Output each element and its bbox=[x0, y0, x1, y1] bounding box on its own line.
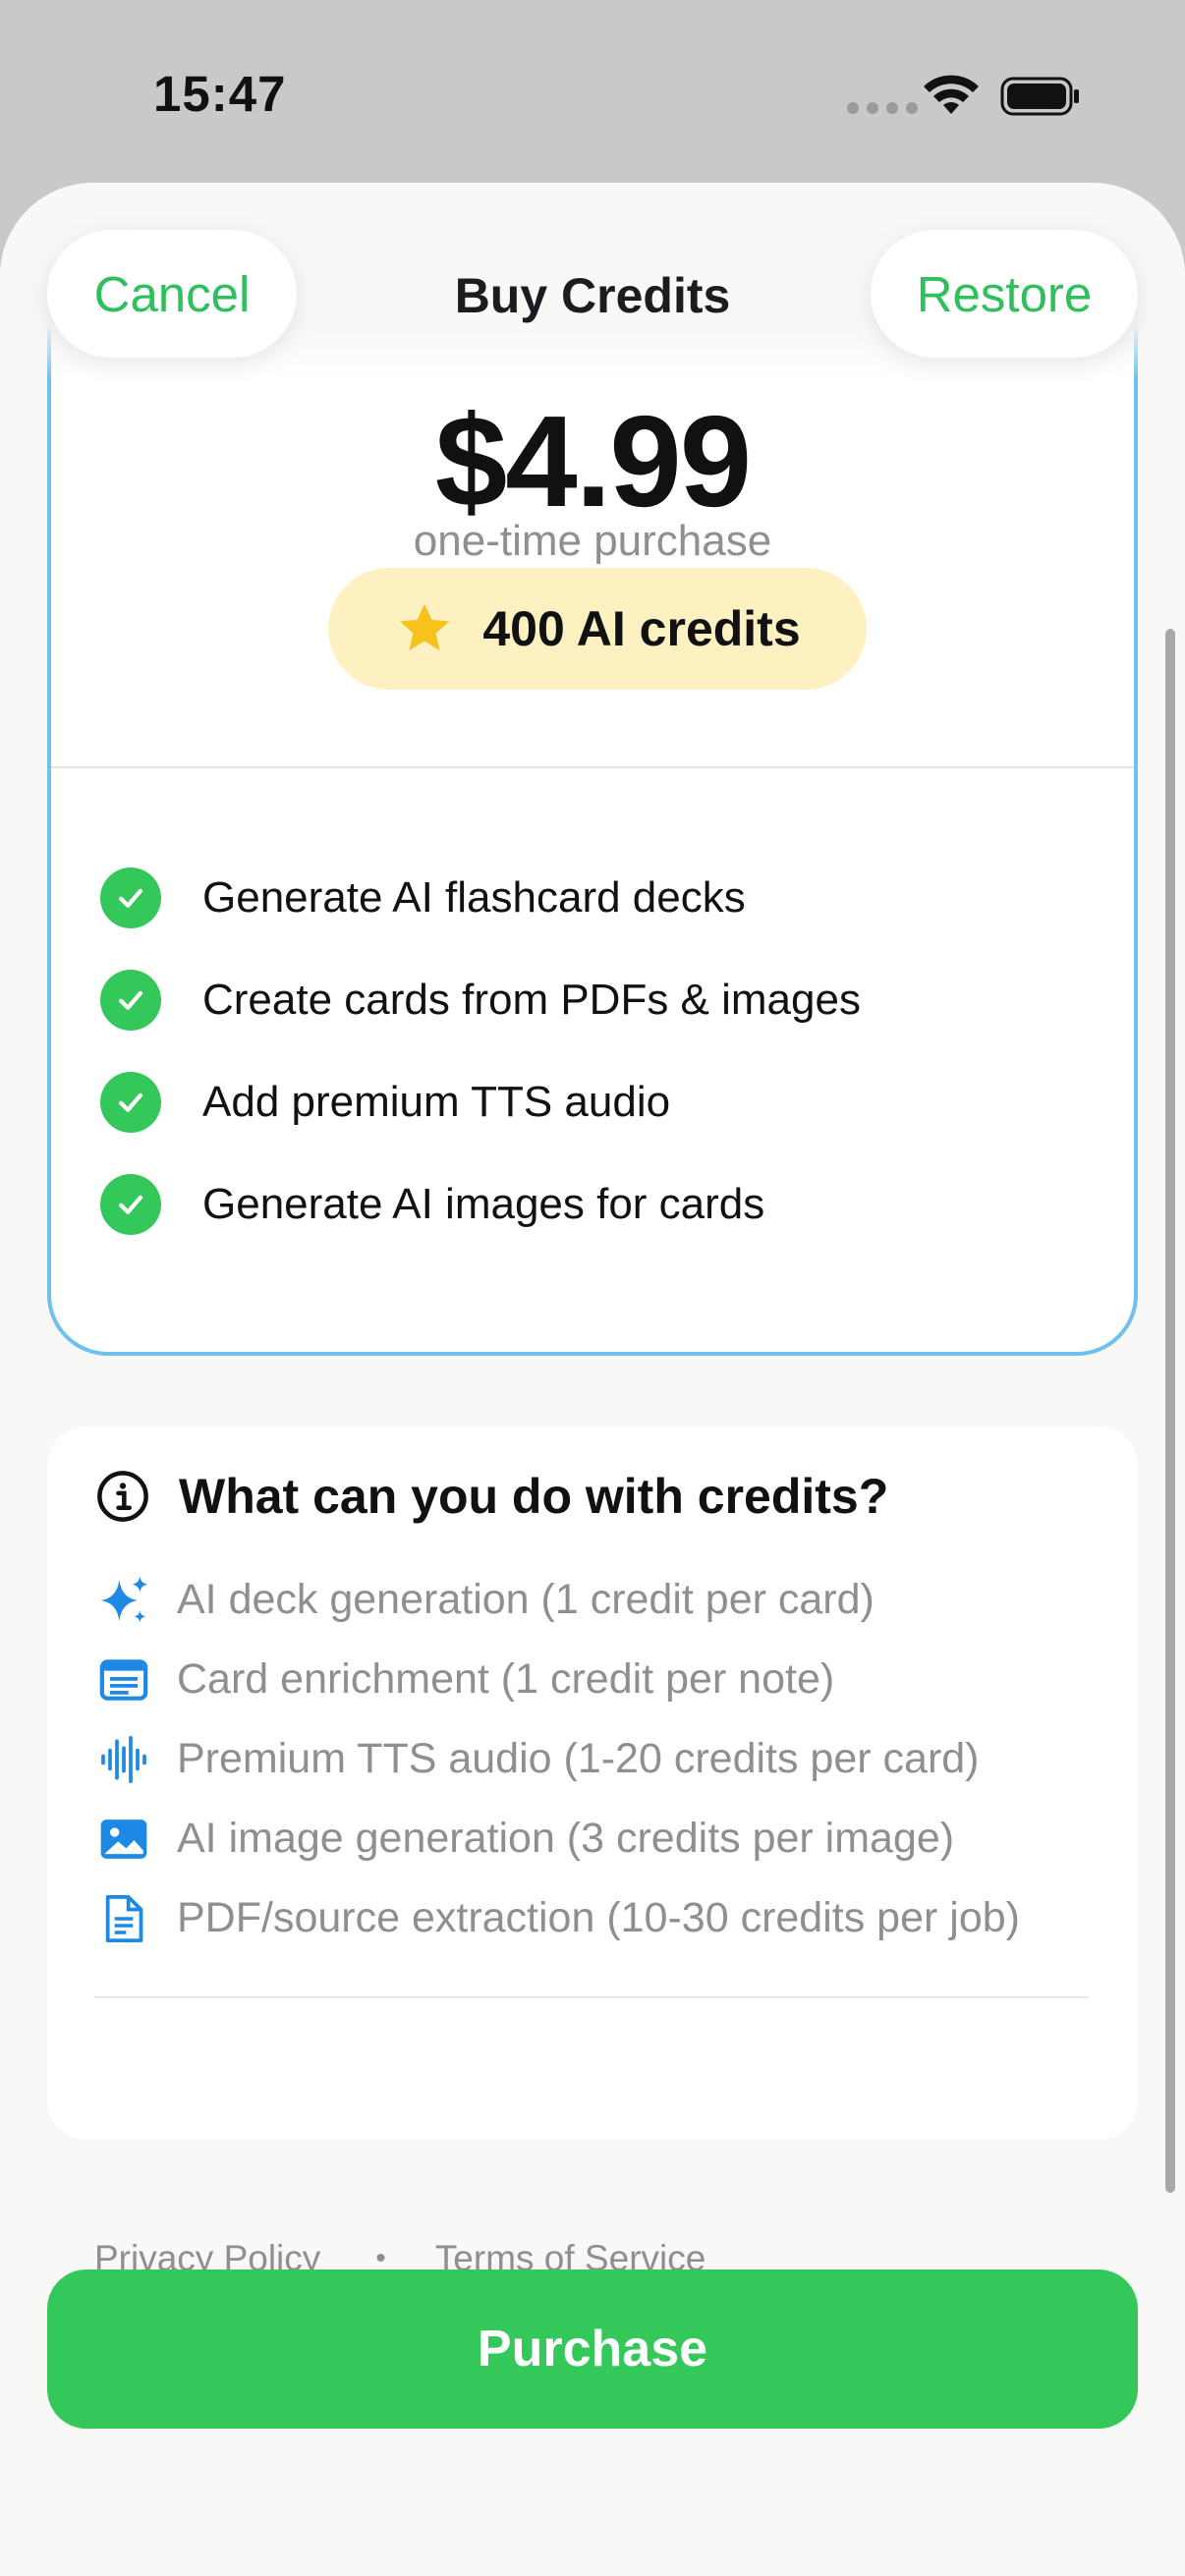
usage-list: AI deck generation (1 credit per card) C… bbox=[96, 1560, 1020, 1958]
usage-item: AI image generation (3 credits per image… bbox=[96, 1799, 1020, 1878]
checkmark-icon bbox=[100, 970, 161, 1031]
credits-info-card: What can you do with credits? AI deck ge… bbox=[47, 1427, 1138, 2278]
cellular-signal-icon bbox=[847, 102, 918, 114]
star-icon bbox=[400, 603, 450, 650]
feature-list: Generate AI flashcard decks Create cards… bbox=[100, 847, 861, 1256]
info-header: What can you do with credits? bbox=[96, 1468, 888, 1525]
status-time: 15:47 bbox=[153, 66, 287, 122]
navigation-bar: Cancel Buy Credits Restore bbox=[0, 183, 1185, 379]
feature-label: Add premium TTS audio bbox=[202, 1078, 671, 1126]
price-note: one-time purchase bbox=[413, 517, 772, 565]
document-icon bbox=[96, 1891, 151, 1946]
checkmark-icon bbox=[100, 1174, 161, 1235]
divider bbox=[51, 766, 1134, 768]
usage-item: PDF/source extraction (10-30 credits per… bbox=[96, 1878, 1020, 1958]
status-bar: 15:47 bbox=[0, 0, 1185, 177]
purchase-button[interactable]: Purchase bbox=[47, 2269, 1138, 2429]
feature-item: Add premium TTS audio bbox=[100, 1051, 861, 1153]
divider bbox=[94, 1996, 1089, 1998]
checkmark-icon bbox=[100, 1072, 161, 1133]
info-title: What can you do with credits? bbox=[179, 1469, 889, 1524]
feature-item: Generate AI images for cards bbox=[100, 1153, 861, 1256]
photo-icon bbox=[96, 1812, 151, 1867]
usage-item: Card enrichment (1 credit per note) bbox=[96, 1640, 1020, 1719]
feature-label: Generate AI flashcard decks bbox=[202, 873, 746, 922]
usage-label: PDF/source extraction (10-30 credits per… bbox=[177, 1894, 1020, 1941]
restore-button[interactable]: Restore bbox=[871, 230, 1138, 358]
buy-credits-sheet: $4.99 one-time purchase 400 AI credits G… bbox=[0, 183, 1185, 2576]
checkmark-icon bbox=[100, 868, 161, 928]
wifi-icon bbox=[924, 75, 979, 114]
feature-label: Create cards from PDFs & images bbox=[202, 976, 861, 1024]
feature-item: Generate AI flashcard decks bbox=[100, 847, 861, 949]
sparkles-icon bbox=[96, 1573, 151, 1628]
usage-label: AI deck generation (1 credit per card) bbox=[177, 1576, 875, 1623]
usage-label: Card enrichment (1 credit per note) bbox=[177, 1655, 835, 1703]
note-icon bbox=[96, 1652, 151, 1708]
info-icon bbox=[97, 1471, 148, 1522]
price: $4.99 bbox=[434, 389, 752, 533]
feature-item: Create cards from PDFs & images bbox=[100, 949, 861, 1051]
scrollbar[interactable] bbox=[1165, 629, 1175, 2193]
usage-label: Premium TTS audio (1-20 credits per card… bbox=[177, 1735, 980, 1782]
feature-label: Generate AI images for cards bbox=[202, 1180, 765, 1228]
credits-badge: 400 AI credits bbox=[328, 568, 867, 690]
usage-item: AI deck generation (1 credit per card) bbox=[96, 1560, 1020, 1640]
usage-label: AI image generation (3 credits per image… bbox=[177, 1815, 955, 1862]
battery-icon bbox=[1000, 77, 1079, 116]
waveform-icon bbox=[96, 1732, 151, 1787]
credits-amount: 400 AI credits bbox=[482, 601, 801, 656]
usage-item: Premium TTS audio (1-20 credits per card… bbox=[96, 1719, 1020, 1799]
